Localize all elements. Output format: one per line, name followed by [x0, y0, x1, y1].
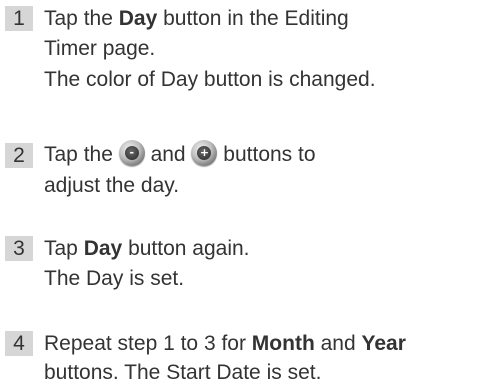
- year-label: Year: [361, 332, 406, 355]
- step-text: adjust the day.: [44, 174, 180, 197]
- step-number-badge: 2: [5, 143, 33, 168]
- plus-round-icon: +: [191, 140, 218, 166]
- minus-round-icon: -: [118, 140, 145, 166]
- day-label: Day: [83, 237, 123, 260]
- step-line: Tap Day button again.: [44, 235, 250, 262]
- step-line: adjust the day.: [44, 172, 179, 199]
- step-number-badge: 1: [5, 6, 33, 31]
- plus-glyph: +: [197, 146, 212, 160]
- step-line: Tap the - and + buttons to: [44, 140, 316, 168]
- step-text: Tap: [44, 237, 84, 260]
- step-text: button again.: [122, 237, 250, 260]
- step-text: Timer page.: [44, 37, 156, 60]
- step-line: The color of Day button is changed.: [44, 66, 376, 93]
- step-line: buttons. The Start Date is set.: [44, 359, 321, 386]
- step-number-badge: 4: [5, 331, 33, 356]
- day-label: Day: [118, 7, 158, 30]
- step-text: and: [314, 332, 362, 355]
- step-text: buttons. The Start Date is set.: [44, 361, 322, 384]
- step-text: The color of Day button is changed.: [44, 68, 376, 91]
- step-line: Repeat step 1 to 3 for Month and Year: [44, 330, 406, 357]
- month-label: Month: [251, 332, 315, 355]
- step-text: Tap the: [44, 7, 119, 30]
- step-line: Tap the Day button in the Editing: [44, 5, 349, 32]
- step-text: Tap the: [44, 143, 119, 166]
- step-text: Repeat step 1 to 3 for: [44, 332, 252, 355]
- step-line: Timer page.: [44, 35, 155, 62]
- step-number-badge: 3: [5, 236, 33, 261]
- step-text: and: [144, 143, 192, 166]
- minus-glyph: -: [124, 146, 139, 160]
- step-text: button in the Editing: [157, 7, 349, 30]
- step-text: The Day is set.: [44, 267, 185, 290]
- step-text: buttons to: [217, 143, 316, 166]
- step-line: The Day is set.: [44, 265, 184, 292]
